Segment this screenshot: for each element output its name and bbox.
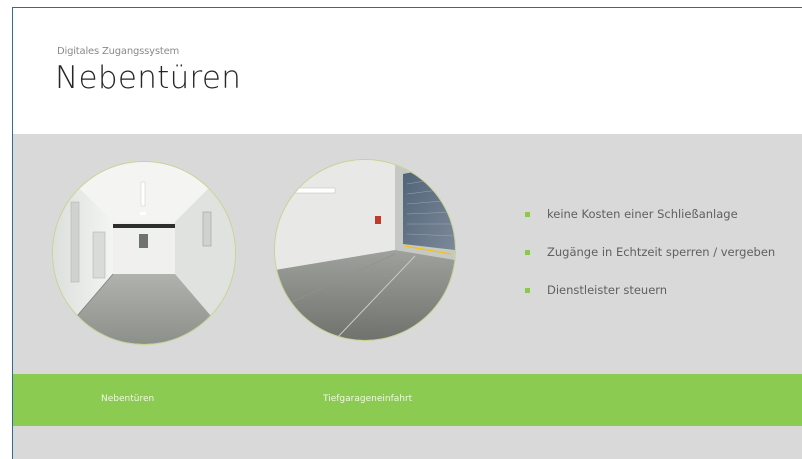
bottom-panel: [13, 426, 802, 459]
garage-entrance-photo: [275, 160, 455, 340]
corridor-photo: [53, 162, 235, 344]
slide-title: Nebentüren: [55, 60, 242, 96]
caption-side-doors: Nebentüren: [101, 394, 155, 404]
bullet-text: Dienstleister steuern: [547, 283, 668, 297]
bullet-icon: [525, 288, 530, 293]
list-item: Zugänge in Echtzeit sperren / vergeben: [525, 244, 775, 260]
list-item: keine Kosten einer Schließanlage: [525, 206, 775, 222]
caption-bar: Nebentüren Tiefgarageneinfahrt: [13, 374, 802, 426]
content-panel: keine Kosten einer Schließanlage Zugänge…: [13, 134, 802, 374]
bullet-text: Zugänge in Echtzeit sperren / vergeben: [547, 245, 776, 259]
slide-header: Digitales Zugangssystem Nebentüren: [13, 8, 802, 134]
list-item: Dienstleister steuern: [525, 282, 775, 298]
slide-subtitle: Digitales Zugangssystem: [57, 46, 180, 57]
slide: Digitales Zugangssystem Nebentüren keine…: [12, 7, 802, 459]
bullet-icon: [525, 250, 530, 255]
feature-list: keine Kosten einer Schließanlage Zugänge…: [525, 206, 775, 320]
bullet-icon: [525, 212, 530, 217]
caption-garage-entrance: Tiefgarageneinfahrt: [323, 394, 413, 404]
bullet-text: keine Kosten einer Schließanlage: [547, 207, 738, 221]
